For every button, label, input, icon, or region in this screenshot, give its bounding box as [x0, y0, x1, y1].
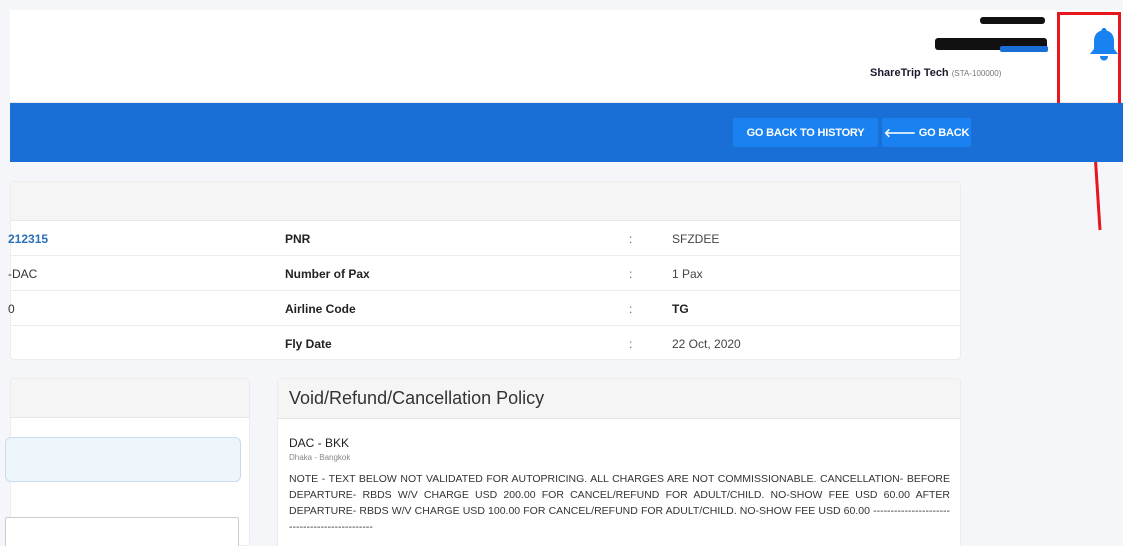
left-panel-header: [11, 379, 249, 418]
go-back-to-history-label: GO BACK TO HISTORY: [746, 126, 865, 139]
row-label: Airline Code: [285, 302, 356, 316]
row-colon: :: [629, 302, 633, 316]
row-label: PNR: [285, 232, 311, 246]
policy-text: NOTE - TEXT BELOW NOT VALIDATED FOR AUTO…: [289, 473, 950, 533]
policy-title: Void/Refund/Cancellation Policy: [278, 379, 960, 419]
policy-card: Void/Refund/Cancellation Policy DAC - BK…: [277, 378, 961, 546]
booking-id-link[interactable]: 212315: [8, 232, 48, 246]
agency-name: ShareTrip Tech: [870, 67, 949, 79]
table-row: -DAC Number of Pax : 1 Pax: [8, 256, 962, 291]
route-value: -DAC: [8, 267, 38, 281]
table-row: Fly Date : 22 Oct, 2020: [11, 326, 962, 361]
left-panel-card: [5, 378, 250, 546]
go-back-button[interactable]: 🡐 GO BACK: [882, 118, 971, 147]
row-colon: :: [629, 337, 633, 351]
info-alert-box: [5, 437, 241, 482]
booking-info-card: 212315 PNR : SFZDEE -DAC Number of Pax :…: [8, 181, 962, 361]
policy-route: DAC - BKK: [289, 436, 350, 450]
table-row: 212315 PNR : SFZDEE: [8, 221, 962, 256]
text-input-field[interactable]: [5, 517, 239, 546]
pnr-value: SFZDEE: [672, 232, 720, 246]
policy-route-cities: Dhaka - Bangkok: [289, 453, 351, 462]
left-value: 0: [8, 302, 15, 316]
go-back-to-history-button[interactable]: GO BACK TO HISTORY: [733, 118, 878, 147]
arrow-left-icon: 🡐: [883, 126, 916, 140]
go-back-label: GO BACK: [918, 126, 970, 139]
fly-date-value: 22 Oct, 2020: [672, 337, 741, 351]
airline-code-value: TG: [672, 302, 689, 316]
redacted-username: [980, 17, 1045, 24]
table-row: 0 Airline Code : TG: [8, 291, 962, 326]
row-label: Fly Date: [285, 337, 332, 351]
booking-card-header: [11, 182, 960, 221]
row-label: Number of Pax: [285, 267, 370, 281]
page: ShareTrip Tech (STA-100000) GO BACK TO H…: [0, 0, 1123, 546]
row-colon: :: [629, 232, 633, 246]
pax-value: 1 Pax: [672, 267, 703, 281]
row-colon: :: [629, 267, 633, 281]
notification-highlight-box: [1057, 12, 1121, 112]
agency-code: (STA-100000): [951, 69, 1002, 78]
agency-info: ShareTrip Tech (STA-100000): [870, 67, 1001, 79]
redacted-balance-tail: [1000, 46, 1048, 52]
top-header: [10, 10, 1123, 103]
